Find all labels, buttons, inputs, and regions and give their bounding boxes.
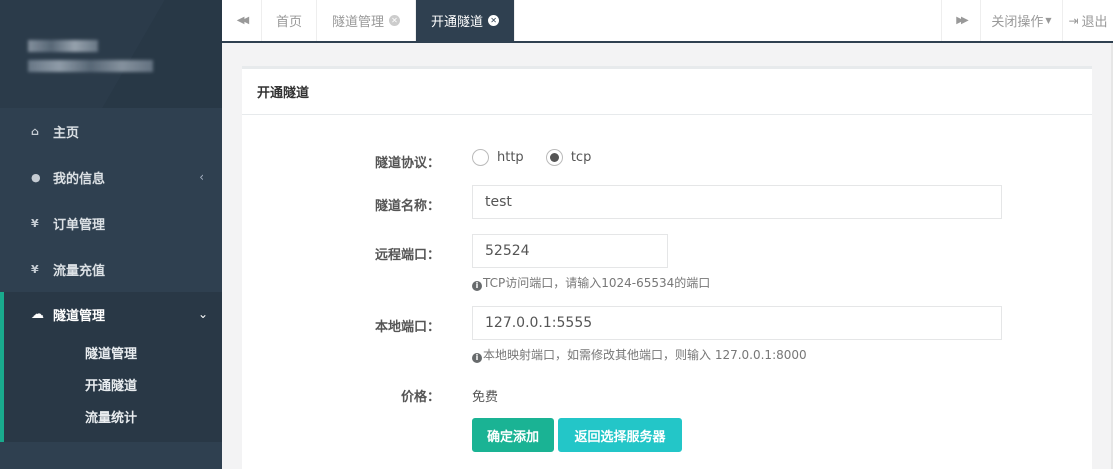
tunnel-name-label: 隧道名称：	[374, 199, 440, 214]
sidebar-item-label: 我的信息	[53, 171, 106, 187]
panel-title: 开通隧道	[242, 69, 1092, 115]
tab-label: 开通隧道	[431, 15, 484, 30]
radio-circle-selected[interactable]	[545, 149, 563, 166]
sidebar-nav: ⌂ 主页 ● 我的信息 ‹ ¥ 订单管理 ¥ 流量充值 ☁ 隧道管理 ⌄ 隧道管…	[0, 108, 222, 442]
sidebar: ⌂ 主页 ● 我的信息 ‹ ¥ 订单管理 ¥ 流量充值 ☁ 隧道管理 ⌄ 隧道管…	[0, 0, 222, 469]
sidebar-submenu: 隧道管理 开通隧道 流量统计	[4, 336, 137, 432]
local-port-label: 本地端口：	[374, 320, 440, 335]
hint-text: TCP访问端口，请输入1024-65534的端口	[483, 276, 711, 290]
tab-tunnel-management[interactable]: 隧道管理 ✕	[317, 0, 417, 41]
blurred-account	[28, 60, 153, 72]
sign-out-icon: ⇥	[1068, 13, 1079, 28]
local-port-hint: i 本地映射端口，如需修改其他端口，则输入 127.0.0.1:8000	[472, 346, 807, 363]
logout-button[interactable]: ⇥ 退出	[1063, 0, 1113, 41]
chevron-left-icon: ‹	[199, 170, 204, 184]
tab-bar: ◀◀ 首页 隧道管理 ✕ 开通隧道 ✕ ▶▶ 关闭操作 ▼ ⇥ 退出	[222, 0, 1113, 43]
home-icon: ⌂	[31, 124, 39, 138]
open-tunnel-panel: 开通隧道 隧道协议： http tcp 隧道名称： test 远程端口： 525…	[242, 66, 1092, 469]
radio-label: http	[497, 150, 524, 165]
logout-label: 退出	[1081, 15, 1108, 30]
sidebar-item-my-info[interactable]: ● 我的信息 ‹	[0, 154, 222, 200]
remote-port-hint: i TCP访问端口，请输入1024-65534的端口	[472, 274, 710, 291]
tab-home[interactable]: 首页	[262, 0, 318, 41]
close-operations-dropdown[interactable]: 关闭操作 ▼	[981, 0, 1063, 41]
submenu-item-tunnel-management[interactable]: 隧道管理	[31, 336, 137, 368]
protocol-radio-tcp[interactable]: tcp	[545, 149, 592, 166]
yen-icon: ¥	[31, 216, 39, 230]
sidebar-item-tunnel-management[interactable]: ☁ 隧道管理 ⌄ 隧道管理 开通隧道 流量统计	[0, 292, 222, 442]
tunnel-name-input[interactable]: test	[472, 185, 1002, 219]
brand-logo	[0, 0, 222, 108]
sidebar-item-label: 隧道管理	[53, 308, 106, 324]
tab-open-tunnel[interactable]: 开通隧道 ✕	[416, 0, 516, 41]
user-icon: ●	[31, 170, 41, 184]
protocol-label: 隧道协议：	[374, 156, 440, 171]
dropdown-label: 关闭操作	[991, 15, 1044, 30]
sidebar-item-label: 流量充值	[53, 263, 106, 279]
tab-label: 隧道管理	[332, 15, 385, 30]
radio-label: tcp	[570, 150, 592, 165]
protocol-radio-http[interactable]: http	[472, 149, 524, 166]
info-circle-icon: i	[472, 281, 482, 291]
tab-label: 首页	[276, 15, 303, 30]
confirm-add-button[interactable]: 确定添加	[472, 418, 554, 452]
chevron-down-icon: ⌄	[197, 307, 208, 321]
sidebar-item-label: 主页	[53, 125, 80, 141]
sidebar-item-home[interactable]: ⌂ 主页	[0, 108, 222, 154]
caret-down-icon: ▼	[1045, 16, 1052, 25]
scroll-tabs-left-button[interactable]: ◀◀	[222, 0, 262, 41]
price-value: 免费	[472, 390, 499, 405]
info-circle-icon: i	[472, 353, 482, 363]
price-label: 价格：	[400, 390, 440, 405]
scroll-tabs-right-button[interactable]: ▶▶	[941, 0, 981, 41]
submenu-item-traffic-stats[interactable]: 流量统计	[31, 400, 137, 432]
yen-icon: ¥	[31, 262, 39, 276]
close-icon[interactable]: ✕	[488, 15, 500, 26]
blurred-username	[28, 40, 98, 52]
hint-text: 本地映射端口，如需修改其他端口，则输入 127.0.0.1:8000	[483, 348, 807, 362]
back-to-server-select-button[interactable]: 返回选择服务器	[558, 418, 682, 452]
radio-circle[interactable]	[472, 149, 489, 166]
remote-port-label: 远程端口：	[374, 248, 440, 263]
local-port-input[interactable]: 127.0.0.1:5555	[472, 306, 1002, 340]
sidebar-item-recharge[interactable]: ¥ 流量充值	[0, 246, 222, 292]
remote-port-input[interactable]: 52524	[472, 234, 668, 268]
sidebar-item-orders[interactable]: ¥ 订单管理	[0, 200, 222, 246]
sidebar-item-label: 订单管理	[53, 217, 106, 233]
submenu-item-open-tunnel[interactable]: 开通隧道	[31, 368, 137, 400]
cloud-icon: ☁	[31, 306, 44, 322]
close-icon[interactable]: ✕	[389, 15, 401, 26]
